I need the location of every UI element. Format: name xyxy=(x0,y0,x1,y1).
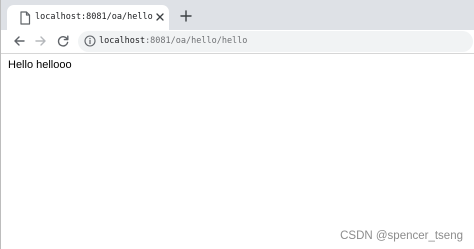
back-arrow-icon[interactable] xyxy=(12,34,26,48)
plus-icon[interactable] xyxy=(179,9,193,23)
forward-arrow-icon[interactable] xyxy=(34,34,48,48)
close-icon[interactable] xyxy=(154,11,166,23)
tab-active[interactable]: localhost:8081/oa/hello/hello xyxy=(7,5,169,30)
tab-title: localhost:8081/oa/hello/hello xyxy=(35,12,153,22)
info-icon[interactable] xyxy=(84,35,96,47)
toolbar: localhost:8081/oa/hello/hello xyxy=(1,30,474,54)
page-icon xyxy=(20,11,31,25)
tab-strip: localhost:8081/oa/hello/hello xyxy=(1,0,474,30)
url-text[interactable]: localhost:8081/oa/hello/hello xyxy=(99,35,247,47)
address-bar[interactable]: localhost:8081/oa/hello/hello xyxy=(78,31,473,52)
url-path: :8081/oa/hello/hello xyxy=(145,36,248,46)
watermark: CSDN @spencer_tseng xyxy=(340,230,463,242)
browser-window: localhost:8081/oa/hello/hello localho xyxy=(0,0,474,249)
url-host: localhost xyxy=(99,36,146,46)
reload-icon[interactable] xyxy=(56,34,70,48)
page-content: Hello hellooo CSDN @spencer_tseng xyxy=(1,54,474,249)
page-body-text: Hello hellooo xyxy=(8,59,72,71)
